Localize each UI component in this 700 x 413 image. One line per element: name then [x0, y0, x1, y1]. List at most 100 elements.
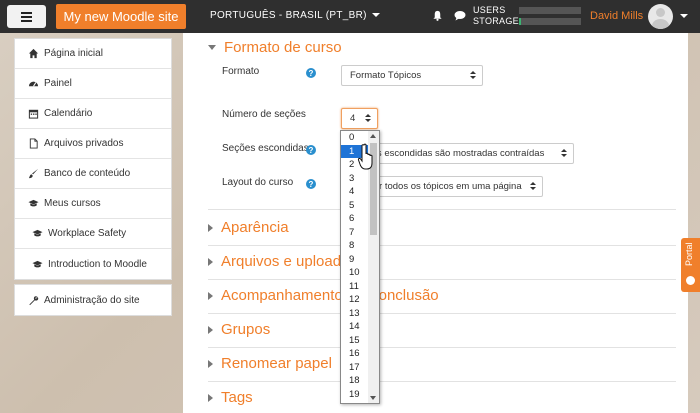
dropdown-option[interactable]: 10 [341, 266, 369, 280]
section-groups[interactable]: Grupos [208, 321, 270, 338]
sidebar-item-dashboard[interactable]: Painel [15, 69, 171, 99]
num-sections-label: Número de seções [222, 109, 306, 120]
chevron-right-icon [208, 257, 213, 266]
sidebar-admin: Administração do site [14, 284, 172, 316]
sidebar-item-home[interactable]: Página inicial [15, 39, 171, 69]
bell-icon[interactable] [432, 10, 443, 21]
section-title: Grupos [221, 321, 271, 338]
num-sections-select-value: 4 [350, 113, 356, 124]
format-select-value: Formato Tópicos [350, 70, 422, 81]
storage-quota-fill [519, 18, 521, 25]
divider [208, 381, 676, 382]
users-quota-label: USERS [473, 5, 506, 15]
section-rename-role[interactable]: Renomear papel [208, 355, 332, 372]
help-icon[interactable]: ? [306, 68, 316, 78]
storage-quota-bar [519, 18, 581, 25]
dropdown-option[interactable]: 5 [341, 199, 369, 213]
menu-toggle-button[interactable] [7, 5, 46, 28]
chat-icon[interactable] [454, 10, 466, 21]
section-title: Arquivos e uploads [221, 253, 349, 270]
section-appearance[interactable]: Aparência [208, 219, 289, 236]
section-files-uploads[interactable]: Arquivos e uploads [208, 253, 349, 270]
sidebar-nav: Página inicial Painel Calendário Arquivo… [14, 38, 172, 280]
chevron-right-icon [208, 325, 213, 334]
help-icon[interactable]: ? [306, 145, 316, 155]
scroll-down-icon[interactable] [370, 396, 376, 400]
divider [208, 245, 676, 246]
sidebar-item-workplace-safety[interactable]: Workplace Safety [15, 219, 171, 249]
dropdown-option[interactable]: 17 [341, 361, 369, 375]
sidebar-item-label: Banco de conteúdo [44, 168, 131, 179]
portal-tab-label: Portal [684, 242, 694, 266]
sidebar-item-my-courses[interactable]: Meus cursos [15, 189, 171, 219]
graduation-cap-icon [31, 228, 43, 240]
format-label: Formato [222, 66, 260, 77]
file-icon [27, 138, 39, 150]
sidebar-item-content-bank[interactable]: Banco de conteúdo [15, 159, 171, 189]
dropdown-option[interactable]: 16 [341, 347, 369, 361]
sidebar-item-label: Calendário [44, 108, 93, 119]
sidebar-item-site-admin[interactable]: Administração do site [15, 285, 171, 315]
select-arrows-icon [470, 71, 476, 80]
user-menu-caret-icon[interactable] [680, 14, 688, 18]
help-icon[interactable]: ? [306, 179, 316, 189]
hidden-sections-label: Seções escondidas [222, 143, 309, 154]
section-title: Tags [221, 389, 253, 406]
sidebar-item-calendar[interactable]: Calendário [15, 99, 171, 129]
sidebar-item-private-files[interactable]: Arquivos privados [15, 129, 171, 159]
dropdown-option[interactable]: 4 [341, 185, 369, 199]
num-sections-select[interactable]: 4 [341, 108, 378, 129]
dropdown-option[interactable]: 7 [341, 226, 369, 240]
dropdown-option[interactable]: 3 [341, 172, 369, 186]
section-completion-tracking[interactable]: Acompanhamento de Conclusão [208, 287, 439, 304]
chevron-right-icon [208, 291, 213, 300]
section-course-format[interactable]: Formato de curso [208, 39, 342, 56]
scroll-up-icon[interactable] [370, 134, 376, 138]
dropdown-option[interactable]: 15 [341, 334, 369, 348]
top-navbar: My new Moodle site PORTUGUÊS - BRASIL (P… [0, 0, 700, 33]
dropdown-option[interactable]: 9 [341, 253, 369, 267]
section-title: Acompanhamento de Conclusão [221, 287, 439, 304]
avatar[interactable] [648, 4, 673, 29]
portal-tab[interactable]: Portal [681, 238, 700, 292]
section-title: Renomear papel [221, 355, 332, 372]
sidebar-item-intro-moodle[interactable]: Introduction to Moodle [15, 249, 171, 279]
dropdown-option[interactable]: 8 [341, 239, 369, 253]
sidebar-item-label: Página inicial [44, 48, 103, 59]
storage-quota-label: STORAGE [473, 16, 519, 26]
divider [208, 313, 676, 314]
dropdown-option[interactable]: 19 [341, 388, 369, 402]
graduation-cap-icon [27, 198, 39, 210]
dropdown-option[interactable]: 11 [341, 280, 369, 294]
sidebar-item-label: Administração do site [44, 294, 140, 306]
chevron-down-icon [208, 45, 216, 50]
language-label: PORTUGUÊS - BRASIL (PT_BR) [210, 10, 367, 21]
main-content: Formato de curso Formato ? Formato Tópic… [183, 33, 688, 413]
wrench-icon [27, 294, 39, 306]
graduation-cap-icon [31, 258, 43, 270]
home-icon [27, 48, 39, 60]
section-title: Formato de curso [224, 39, 342, 56]
section-tags[interactable]: Tags [208, 389, 253, 406]
sidebar-item-label: Arquivos privados [44, 138, 124, 149]
sidebar-item-label: Introduction to Moodle [48, 258, 147, 270]
site-brand[interactable]: My new Moodle site [56, 4, 186, 29]
layout-label: Layout do curso [222, 177, 294, 188]
dropdown-option[interactable]: 12 [341, 293, 369, 307]
chevron-right-icon [208, 359, 213, 368]
format-select[interactable]: Formato Tópicos [341, 65, 483, 86]
divider [208, 209, 676, 210]
language-menu[interactable]: PORTUGUÊS - BRASIL (PT_BR) [210, 10, 380, 21]
sidebar-item-label: Workplace Safety [48, 228, 127, 239]
dropdown-option[interactable]: 13 [341, 307, 369, 321]
sidebar-item-label: Painel [44, 78, 72, 89]
divider [208, 347, 676, 348]
hand-cursor-icon [357, 143, 373, 170]
dropdown-option[interactable]: 18 [341, 374, 369, 388]
hamburger-icon [21, 15, 32, 18]
chevron-right-icon [208, 223, 213, 232]
dropdown-option[interactable]: 6 [341, 212, 369, 226]
dropdown-option[interactable]: 14 [341, 320, 369, 334]
select-arrows-icon [530, 182, 536, 191]
user-name[interactable]: David Mills [590, 10, 643, 22]
